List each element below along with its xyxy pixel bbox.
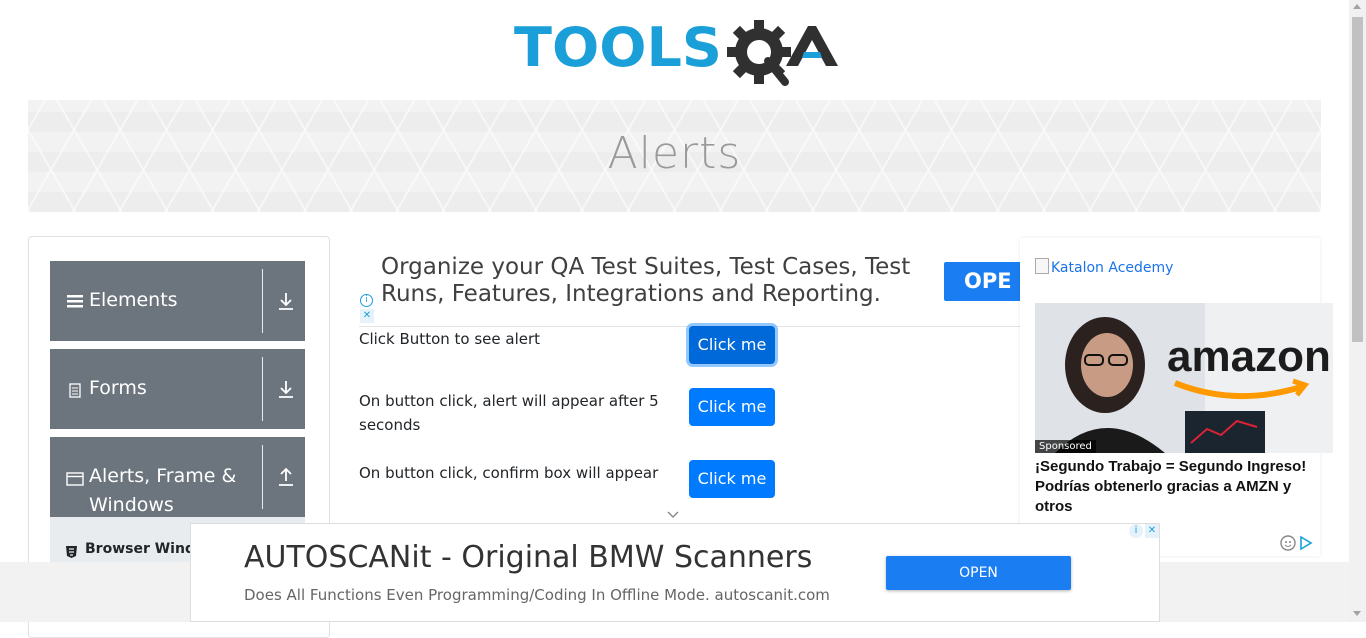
broken-image-link[interactable]: Katalon Acedemy	[1035, 258, 1173, 276]
face-icon[interactable]	[1280, 535, 1296, 551]
close-icon[interactable]: ✕	[360, 309, 374, 323]
ad-open-button[interactable]: OPEN	[886, 556, 1071, 590]
sponsored-badge: Sponsored	[1035, 440, 1096, 453]
ad-subtitle: Does All Functions Even Programming/Codi…	[244, 586, 830, 604]
ad-image[interactable]: amazon Sponsored	[1035, 303, 1333, 453]
download-arrow-icon[interactable]	[276, 379, 296, 399]
divider	[262, 269, 263, 333]
ad-title[interactable]: AUTOSCANit - Original BMW Scanners	[244, 540, 812, 575]
divider	[262, 357, 263, 421]
toolsqa-logo[interactable]: TOOLS	[514, 14, 840, 92]
download-arrow-icon[interactable]	[276, 291, 296, 311]
html5-icon	[66, 543, 77, 558]
form-icon	[66, 382, 84, 400]
scroll-up-arrow-icon[interactable]	[1353, 4, 1361, 9]
page-banner: Alerts	[28, 100, 1321, 212]
broken-image-icon	[1035, 258, 1049, 274]
amazon-brand-text: amazon	[1167, 332, 1331, 381]
sidebar-group-label: Forms	[89, 377, 147, 399]
upload-arrow-icon[interactable]	[276, 467, 296, 487]
divider	[262, 445, 263, 509]
vertical-scrollbar[interactable]	[1349, 0, 1366, 622]
sidebar-group-label: Elements	[89, 289, 178, 311]
adchoices-icon[interactable]	[1298, 535, 1314, 551]
adchoices-icon[interactable]: i	[1129, 524, 1143, 538]
confirm-row-label: On button click, confirm box will appear	[359, 464, 659, 482]
logo-text-tools: TOOLS	[514, 16, 722, 79]
ad-text: Organize your QA Test Suites, Test Cases…	[381, 254, 911, 307]
timer-alert-button[interactable]: Click me	[689, 388, 775, 426]
scroll-down-arrow-icon[interactable]	[1353, 611, 1361, 616]
ad-banner-bottom[interactable]: AUTOSCANit - Original BMW Scanners Does …	[190, 523, 1160, 622]
logo-letter-a	[786, 26, 838, 66]
menu-icon	[66, 292, 84, 310]
window-icon	[66, 470, 84, 488]
sidebar-group-forms[interactable]: Forms	[50, 349, 305, 429]
alert-button[interactable]: Click me	[689, 326, 775, 364]
ad-banner-top[interactable]: Organize your QA Test Suites, Test Cases…	[359, 236, 1021, 327]
ad-headline[interactable]: ¡Segundo Trabajo = Segundo Ingreso! Podr…	[1035, 457, 1330, 517]
alert-row-label: Click Button to see alert	[359, 330, 541, 348]
sidebar-group-alerts-frame-windows[interactable]: Alerts, Frame & Windows	[50, 437, 305, 519]
close-icon[interactable]: ✕	[1145, 524, 1159, 538]
logo-letter-a-bar	[802, 52, 822, 58]
sidebar-item-label: Browser Wind	[85, 541, 195, 557]
chevron-down-icon[interactable]	[666, 507, 680, 521]
scrollbar-thumb[interactable]	[1352, 17, 1363, 342]
page-title: Alerts	[607, 128, 742, 179]
sidebar-group-elements[interactable]: Elements	[50, 261, 305, 341]
sidebar-group-label-line2: Windows	[89, 494, 174, 516]
confirm-button[interactable]: Click me	[689, 460, 775, 498]
ad-open-button[interactable]: OPE	[944, 262, 1021, 301]
ad-sidebar-right[interactable]: Katalon Acedemy amazon Sponsored ¡Segund…	[1020, 238, 1333, 556]
gear-icon	[727, 20, 791, 86]
timer-alert-row-label: On button click, alert will appear after…	[359, 392, 659, 434]
sidebar-group-label: Alerts, Frame &	[89, 465, 237, 487]
image-alt-text: Katalon Acedemy	[1051, 260, 1174, 276]
adchoices-icon[interactable]: i	[360, 294, 373, 307]
